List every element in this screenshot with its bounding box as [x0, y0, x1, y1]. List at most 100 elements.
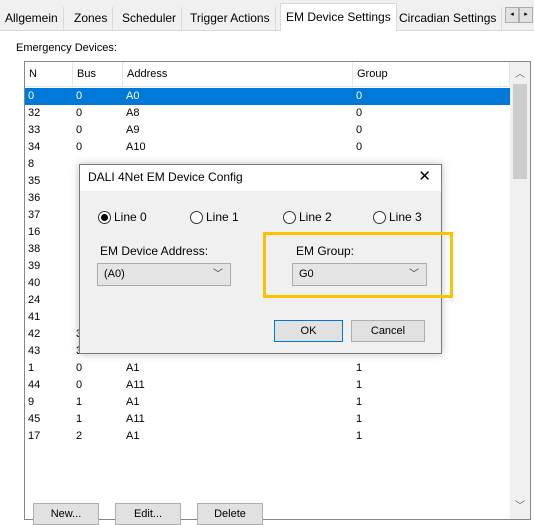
- table-cell: 1: [76, 396, 83, 408]
- table-cell: 32: [28, 107, 41, 119]
- table-cell: A0: [126, 90, 140, 102]
- tab-em-device-settings[interactable]: EM Device Settings: [280, 3, 397, 31]
- table-cell: 2: [76, 430, 83, 442]
- table-row[interactable]: 33 0 A9 0: [25, 122, 510, 139]
- edit-button[interactable]: Edit...: [115, 503, 181, 525]
- tab-circadian-settings[interactable]: Circadian Settings: [394, 7, 503, 30]
- list-header: N Bus Address Group: [25, 62, 510, 87]
- radio-label: Line 1: [206, 210, 239, 224]
- table-cell: 17: [28, 430, 41, 442]
- table-cell: 45: [28, 413, 41, 425]
- table-cell: 36: [28, 192, 41, 204]
- table-cell: A10: [126, 141, 146, 153]
- em-device-address-value: (A0): [104, 268, 125, 280]
- radio-label: Line 3: [389, 210, 422, 224]
- em-device-address-select[interactable]: (A0) ﹀: [97, 263, 231, 286]
- table-row[interactable]: 45 1 A11 1: [25, 411, 510, 428]
- radio-label: Line 0: [114, 210, 147, 224]
- close-icon[interactable]: ✕: [418, 168, 431, 186]
- table-cell: 1: [356, 413, 363, 425]
- table-cell: A8: [126, 107, 140, 119]
- table-cell: 0: [356, 107, 363, 119]
- emergency-devices-label: Emergency Devices:: [16, 42, 117, 54]
- tab-trigger-actions[interactable]: Trigger Actions: [185, 7, 276, 30]
- scrollbar-thumb[interactable]: [513, 84, 527, 179]
- tab-scroll-arrows: ◂ ▸: [505, 7, 533, 23]
- table-cell: 0: [28, 90, 35, 102]
- table-cell: 1: [356, 396, 363, 408]
- column-header-bus[interactable]: Bus: [73, 62, 123, 87]
- column-header-group[interactable]: Group: [353, 62, 510, 87]
- table-cell: 24: [28, 294, 41, 306]
- dialog-title: DALI 4Net EM Device Config: [88, 170, 243, 184]
- table-cell: 43: [28, 345, 41, 357]
- radio-line-1[interactable]: Line 1: [190, 210, 239, 224]
- table-row[interactable]: 1 0 A1 1: [25, 360, 510, 377]
- table-row[interactable]: 44 0 A11 1: [25, 377, 510, 394]
- table-cell: 0: [76, 362, 83, 374]
- table-cell: 39: [28, 260, 41, 272]
- radio-unselected-icon: [283, 210, 296, 224]
- table-row[interactable]: 34 0 A10 0: [25, 139, 510, 156]
- radio-selected-icon: [98, 210, 111, 224]
- radio-line-0[interactable]: Line 0: [98, 210, 147, 224]
- radio-label: Line 2: [299, 210, 332, 224]
- table-cell: 42: [28, 328, 41, 340]
- delete-button[interactable]: Delete: [197, 503, 263, 525]
- table-cell: 16: [28, 226, 41, 238]
- table-cell: 33: [28, 124, 41, 136]
- table-cell: 1: [356, 430, 363, 442]
- scroll-left-icon[interactable]: ◂: [505, 7, 519, 23]
- table-cell: 8: [28, 158, 35, 170]
- em-group-highlight-box: [263, 232, 453, 298]
- table-cell: 9: [28, 396, 35, 408]
- table-cell: 44: [28, 379, 41, 391]
- table-cell: 41: [28, 311, 41, 323]
- new-button[interactable]: New...: [33, 503, 99, 525]
- tab-allgemein[interactable]: Allgemein: [0, 7, 64, 30]
- tab-strip: Allgemein Zones Scheduler Trigger Action…: [0, 0, 534, 31]
- table-cell: A1: [126, 430, 140, 442]
- table-cell: 0: [76, 141, 83, 153]
- list-vertical-scrollbar[interactable]: ︿ ﹀: [510, 62, 530, 519]
- scroll-right-icon[interactable]: ▸: [519, 7, 533, 23]
- table-cell: A11: [126, 379, 145, 391]
- table-cell: 1: [76, 413, 83, 425]
- table-cell: A11: [126, 413, 145, 425]
- column-header-address[interactable]: Address: [123, 62, 353, 87]
- table-cell: 38: [28, 243, 41, 255]
- table-cell: 0: [76, 90, 83, 102]
- table-cell: 1: [356, 379, 363, 391]
- column-header-n[interactable]: N: [25, 62, 73, 87]
- scroll-up-icon[interactable]: ︿: [510, 66, 530, 83]
- radio-line-3[interactable]: Line 3: [373, 210, 422, 224]
- table-cell: A1: [126, 362, 140, 374]
- table-cell: 0: [356, 90, 363, 102]
- cancel-button[interactable]: Cancel: [351, 320, 425, 342]
- radio-unselected-icon: [190, 210, 203, 224]
- chevron-down-icon: ﹀: [213, 269, 223, 280]
- table-cell: 0: [356, 124, 363, 136]
- tab-scheduler[interactable]: Scheduler: [117, 7, 183, 30]
- table-row[interactable]: 17 2 A1 1: [25, 428, 510, 445]
- table-cell: A1: [126, 396, 140, 408]
- scroll-down-icon[interactable]: ﹀: [510, 498, 530, 515]
- table-cell: 0: [76, 107, 83, 119]
- table-row[interactable]: 32 0 A8 0: [25, 105, 510, 122]
- em-device-address-label: EM Device Address:: [100, 244, 209, 258]
- table-cell: 35: [28, 175, 41, 187]
- table-cell: A9: [126, 124, 140, 136]
- radio-unselected-icon: [373, 210, 386, 224]
- tab-zones[interactable]: Zones: [69, 7, 114, 30]
- table-cell: 34: [28, 141, 41, 153]
- table-cell: 40: [28, 277, 41, 289]
- table-cell: 0: [76, 379, 83, 391]
- table-cell: 0: [76, 124, 83, 136]
- table-cell: 1: [356, 362, 363, 374]
- table-cell: 1: [28, 362, 35, 374]
- radio-line-2[interactable]: Line 2: [283, 210, 332, 224]
- ok-button[interactable]: OK: [274, 320, 343, 342]
- table-cell: 0: [356, 141, 363, 153]
- table-row[interactable]: 9 1 A1 1: [25, 394, 510, 411]
- table-row[interactable]: 0 0 A0 0: [25, 88, 510, 105]
